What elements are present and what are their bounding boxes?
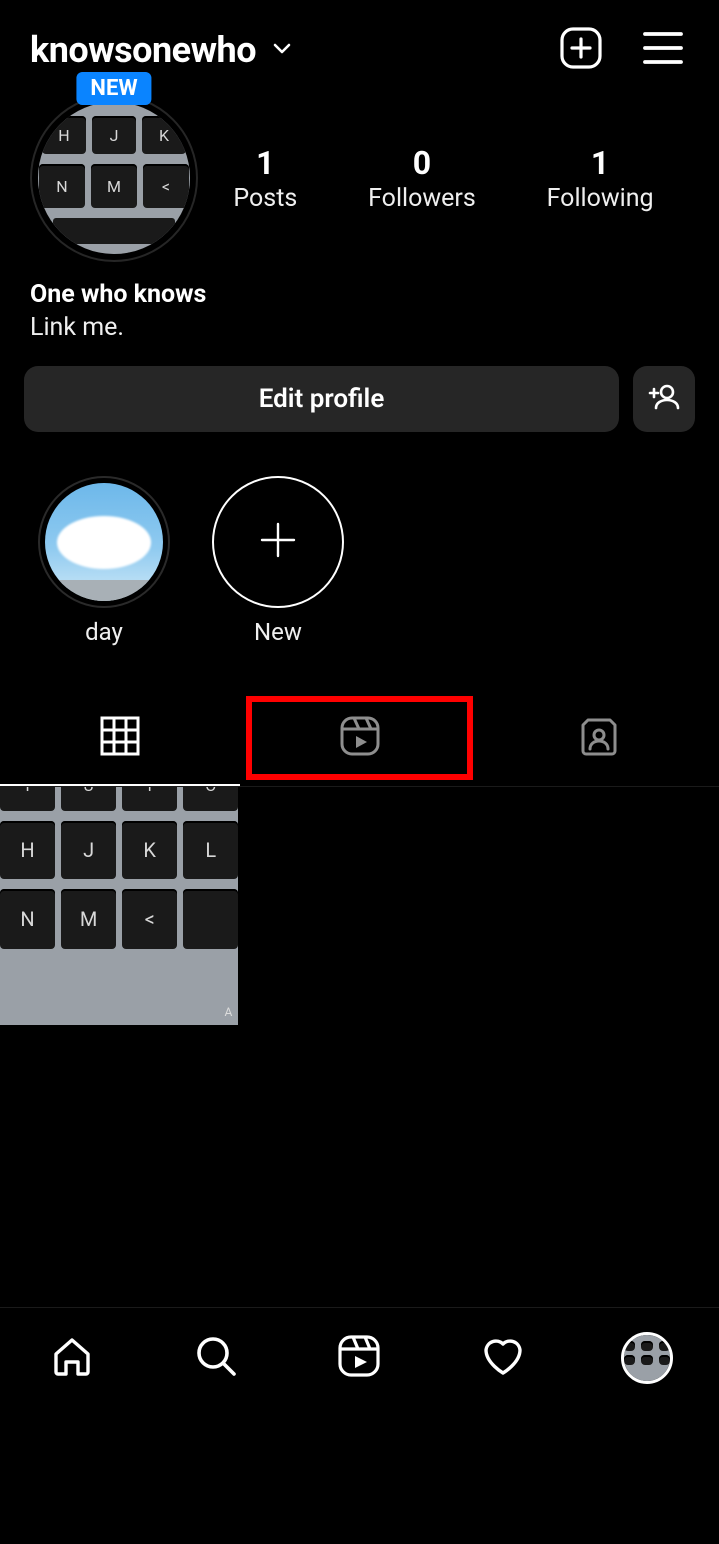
- username-label: knowsonewho: [30, 29, 256, 71]
- followers-stat[interactable]: 0 Followers: [368, 144, 476, 213]
- posts-stat[interactable]: 1 Posts: [233, 144, 297, 213]
- username-switcher[interactable]: knowsonewho: [30, 29, 294, 71]
- nav-profile[interactable]: [619, 1330, 675, 1386]
- grid-icon: [98, 714, 142, 762]
- new-badge: NEW: [76, 72, 151, 105]
- add-person-icon: [647, 380, 681, 418]
- following-stat[interactable]: 1 Following: [547, 144, 654, 213]
- highlight-label: day: [85, 618, 123, 646]
- highlight-new[interactable]: New: [212, 476, 344, 646]
- grid-empty-space: [0, 1025, 719, 1307]
- plus-square-icon: [559, 26, 603, 74]
- posts-grid: YUIO HJKL NM< A: [0, 787, 719, 1025]
- bottom-nav: [0, 1307, 719, 1428]
- profile-bio: One who knows Link me.: [0, 270, 719, 366]
- bio-text: Link me.: [30, 313, 689, 342]
- following-count: 1: [591, 144, 609, 182]
- reels-icon: [336, 1333, 382, 1383]
- chevron-down-icon: [270, 36, 294, 64]
- tab-reels[interactable]: [240, 690, 480, 786]
- create-button[interactable]: [559, 26, 603, 74]
- tagged-icon: [576, 713, 622, 763]
- nav-activity[interactable]: [475, 1330, 531, 1386]
- display-name: One who knows: [30, 280, 689, 309]
- highlight-item[interactable]: day: [38, 476, 170, 646]
- discover-people-button[interactable]: [633, 366, 695, 432]
- post-thumbnail[interactable]: YUIO HJKL NM< A: [0, 787, 238, 1025]
- posts-label: Posts: [233, 184, 297, 213]
- profile-avatar[interactable]: HJK NM<: [30, 94, 198, 262]
- following-label: Following: [547, 184, 654, 213]
- edit-profile-button[interactable]: Edit profile: [24, 366, 619, 432]
- story-highlights: day New: [0, 432, 719, 666]
- profile-tabs: [0, 690, 719, 787]
- tab-tagged[interactable]: [479, 690, 719, 786]
- nav-home[interactable]: [44, 1330, 100, 1386]
- plus-icon: [256, 518, 300, 566]
- profile-stats-row: HJK NM< NEW 1 Posts 0 Followers 1 Follow…: [0, 94, 719, 270]
- tab-posts-grid[interactable]: [0, 690, 240, 786]
- nav-search[interactable]: [188, 1330, 244, 1386]
- followers-count: 0: [413, 144, 431, 182]
- highlight-label: New: [254, 618, 302, 646]
- followers-label: Followers: [368, 184, 476, 213]
- profile-avatar-icon: [621, 1332, 673, 1384]
- menu-button[interactable]: [641, 30, 685, 70]
- reels-icon: [338, 714, 382, 762]
- nav-reels[interactable]: [331, 1330, 387, 1386]
- search-icon: [192, 1332, 240, 1384]
- heart-icon: [478, 1331, 528, 1385]
- home-icon: [48, 1332, 96, 1384]
- hamburger-icon: [641, 30, 685, 70]
- posts-count: 1: [256, 144, 274, 182]
